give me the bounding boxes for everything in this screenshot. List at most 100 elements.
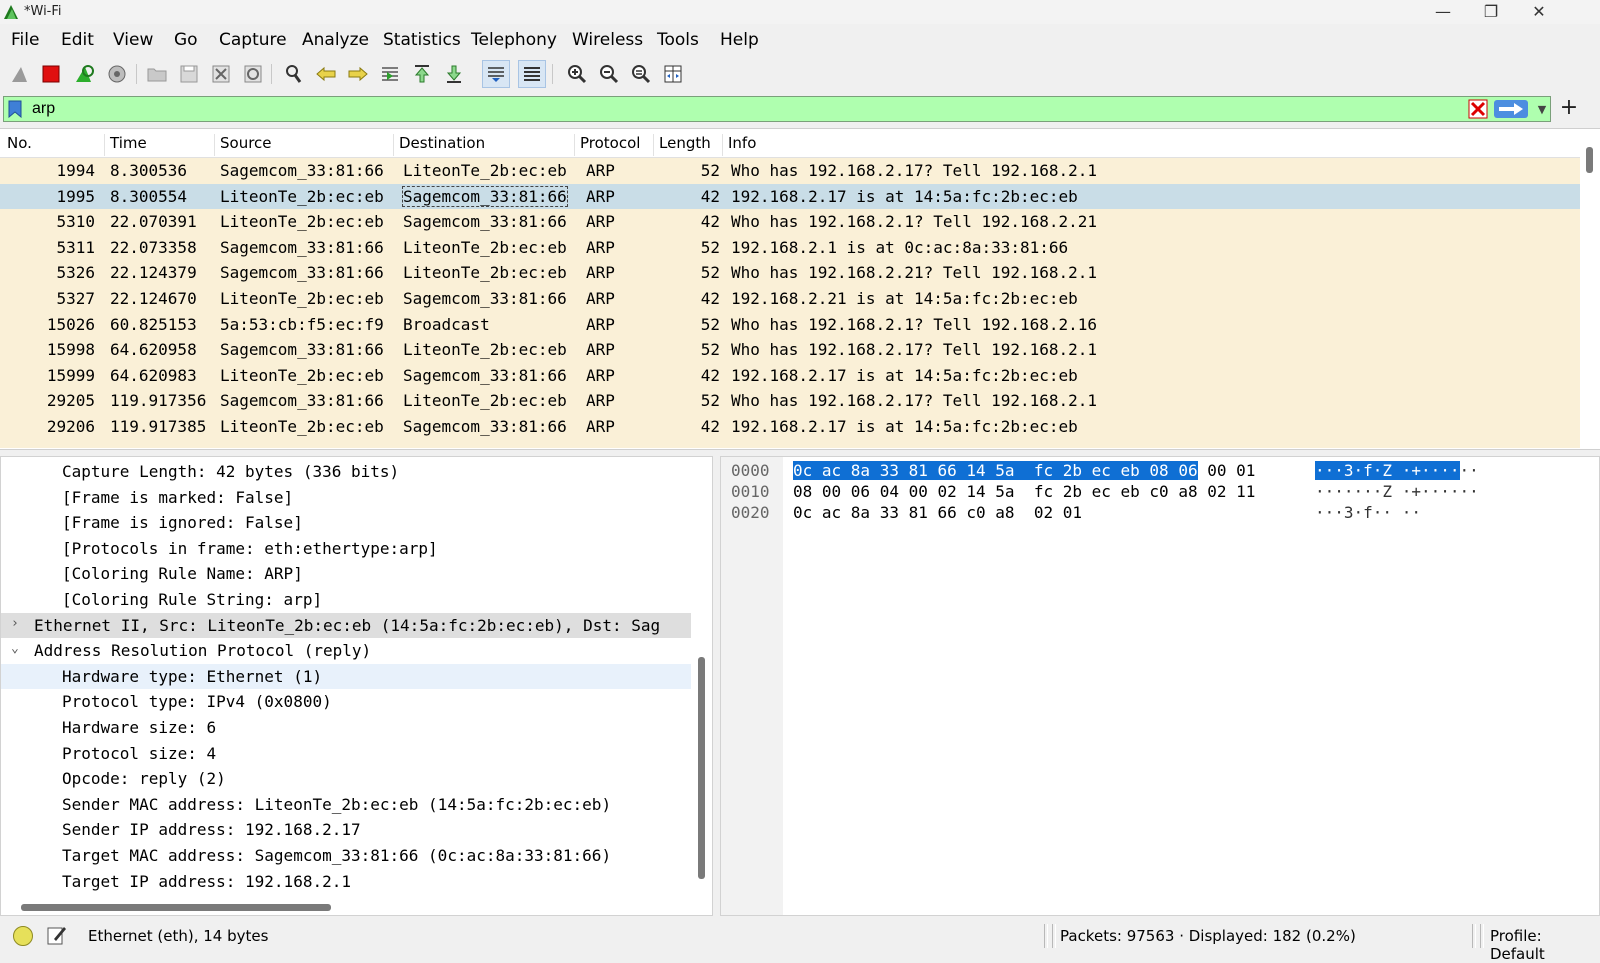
zoom-in-icon[interactable] (563, 60, 591, 88)
status-profile[interactable]: Profile: Default (1490, 927, 1600, 963)
hex-highlighted-bytes[interactable]: 0c ac 8a 33 81 66 14 5a fc 2b ec eb 08 0… (793, 461, 1198, 480)
add-filter-button[interactable]: + (1558, 96, 1580, 122)
minimize-button[interactable]: — (1420, 0, 1466, 24)
menu-statistics[interactable]: Statistics (383, 30, 461, 50)
hex-row[interactable]: 0c ac 8a 33 81 66 14 5a fc 2b ec eb 08 0… (793, 461, 1255, 480)
details-tree-item[interactable]: [Frame is ignored: False] (1, 510, 691, 536)
ascii-text[interactable]: ·· (1460, 461, 1479, 480)
column-header-no[interactable]: No. (2, 134, 100, 156)
packet-row[interactable]: 5326 22.124379 Sagemcom_33:81:66 LiteonTe_2… (0, 260, 1580, 286)
ascii-highlighted[interactable]: ···3·f·Z ·+···· (1315, 461, 1460, 480)
capture-options-icon[interactable] (103, 60, 131, 88)
ascii-row[interactable]: ·······Z ·+······ (1315, 482, 1479, 501)
column-header-source[interactable]: Source (214, 134, 392, 156)
details-tree-item[interactable]: [Coloring Rule String: arp] (1, 587, 691, 613)
filter-history-dropdown-icon[interactable]: ▼ (1534, 99, 1550, 119)
hex-bytes[interactable]: 08 00 06 04 00 02 14 5a fc 2b ec eb c0 a… (793, 482, 1255, 501)
details-tree-item[interactable]: ⌄ Address Resolution Protocol (reply) (1, 638, 691, 664)
details-tree-item[interactable]: [Protocols in frame: eth:ethertype:arp] (1, 536, 691, 562)
close-window-button[interactable]: ✕ (1516, 0, 1562, 24)
autoscroll-icon[interactable] (482, 60, 510, 88)
details-tree-item[interactable]: [Coloring Rule Name: ARP] (1, 561, 691, 587)
packet-row[interactable]: 1995 8.300554 LiteonTe_2b:ec:eb Sagemcom_33… (0, 183, 1580, 210)
scrollbar-thumb[interactable] (21, 904, 331, 911)
go-back-icon[interactable] (312, 60, 340, 88)
menu-file[interactable]: File (11, 30, 39, 50)
details-tree-item[interactable]: Capture Length: 42 bytes (336 bits) (1, 459, 691, 485)
hex-row[interactable]: 08 00 06 04 00 02 14 5a fc 2b ec eb c0 a… (793, 482, 1255, 501)
menu-telephony[interactable]: Telephony (471, 30, 557, 50)
packet-row[interactable]: 15026 60.825153 5a:53:cb:f5:ec:f9 Broadcast… (0, 311, 1580, 338)
packet-row[interactable]: 15999 64.620983 LiteonTe_2b:ec:eb Sagemcom_… (0, 362, 1580, 389)
find-packet-icon[interactable] (280, 60, 308, 88)
restart-capture-icon[interactable] (70, 60, 98, 88)
menu-go[interactable]: Go (174, 30, 198, 50)
packet-row[interactable]: 1994 8.300536 Sagemcom_33:81:66 LiteonTe_2b… (0, 158, 1580, 184)
reload-file-icon[interactable] (239, 60, 267, 88)
details-tree-item[interactable]: [Frame is marked: False] (1, 485, 691, 511)
apply-filter-icon[interactable] (1494, 100, 1528, 118)
details-tree-item[interactable]: Sender MAC address: LiteonTe_2b:ec:eb (1… (1, 792, 691, 818)
open-file-icon[interactable] (143, 60, 171, 88)
close-file-icon[interactable] (207, 60, 235, 88)
ascii-row[interactable]: ···3·f·Z ·+······ (1315, 461, 1479, 480)
menu-view[interactable]: View (113, 30, 153, 50)
zoom-normal-icon[interactable] (627, 60, 655, 88)
hex-row[interactable]: 0c ac 8a 33 81 66 c0 a8 02 01 (793, 503, 1082, 522)
resize-columns-icon[interactable] (659, 60, 687, 88)
colorize-icon[interactable] (518, 60, 546, 88)
details-tree-item[interactable]: Protocol size: 4 (1, 741, 691, 767)
scrollbar-thumb[interactable] (698, 657, 705, 879)
details-tree-item[interactable]: › Ethernet II, Src: LiteonTe_2b:ec:eb (14… (1, 612, 691, 639)
go-to-packet-icon[interactable] (376, 60, 404, 88)
save-file-icon[interactable] (175, 60, 203, 88)
hex-bytes[interactable]: 00 01 (1198, 461, 1255, 480)
stop-capture-icon[interactable] (37, 60, 65, 88)
menu-capture[interactable]: Capture (219, 30, 287, 50)
details-tree-item[interactable]: Hardware size: 6 (1, 715, 691, 741)
zoom-out-icon[interactable] (595, 60, 623, 88)
menu-analyze[interactable]: Analyze (302, 30, 369, 50)
collapse-arrow-icon[interactable]: ⌄ (11, 641, 23, 656)
packet-row[interactable]: 29205 119.917356 Sagemcom_33:81:66 LiteonTe… (0, 388, 1580, 414)
menu-wireless[interactable]: Wireless (572, 30, 643, 50)
ascii-text[interactable]: ·······Z ·+······ (1315, 482, 1479, 501)
details-vertical-scrollbar[interactable] (692, 457, 710, 897)
clear-filter-icon[interactable] (1468, 99, 1488, 119)
shark-fin-start-icon[interactable] (6, 60, 34, 88)
details-tree-item[interactable]: Sender IP address: 192.168.2.17 (1, 817, 691, 843)
packet-row[interactable]: 5310 22.070391 LiteonTe_2b:ec:eb Sagemcom_3… (0, 209, 1580, 235)
column-header-destination[interactable]: Destination (393, 134, 573, 156)
go-first-icon[interactable] (408, 60, 436, 88)
display-filter-input[interactable] (32, 97, 1432, 121)
details-tree-item[interactable]: Target IP address: 192.168.2.1 (1, 869, 691, 895)
details-tree-item[interactable]: Target MAC address: Sagemcom_33:81:66 (0… (1, 843, 691, 869)
details-tree-item[interactable]: Hardware type: Ethernet (1) (1, 663, 691, 690)
edit-comment-icon[interactable] (46, 924, 68, 946)
scrollbar-thumb[interactable] (1586, 147, 1593, 173)
go-forward-icon[interactable] (344, 60, 372, 88)
details-horizontal-scrollbar[interactable] (1, 897, 692, 915)
expand-arrow-icon[interactable]: › (11, 616, 23, 631)
packet-row[interactable]: 15998 64.620958 Sagemcom_33:81:66 LiteonTe_… (0, 337, 1580, 363)
details-tree-item[interactable]: Opcode: reply (2) (1, 766, 691, 792)
packet-row[interactable]: 5311 22.073358 Sagemcom_33:81:66 LiteonTe_2… (0, 234, 1580, 261)
packet-list-scrollbar[interactable] (1582, 129, 1598, 447)
packet-row[interactable]: 29206 119.917385 LiteonTe_2b:ec:eb Sagemcom… (0, 413, 1580, 440)
restore-button[interactable]: ❐ (1468, 0, 1514, 24)
ascii-text[interactable]: ···3·f·· ·· (1315, 503, 1421, 522)
menu-help[interactable]: Help (720, 30, 759, 50)
column-header-time[interactable]: Time (104, 134, 212, 156)
bookmark-icon[interactable] (8, 100, 22, 118)
column-header-info[interactable]: Info (722, 134, 1580, 156)
column-header-protocol[interactable]: Protocol (574, 134, 652, 156)
ascii-row[interactable]: ···3·f·· ·· (1315, 503, 1421, 522)
details-tree-item[interactable]: Protocol type: IPv4 (0x0800) (1, 689, 691, 715)
go-last-icon[interactable] (440, 60, 468, 88)
packet-row[interactable]: 5327 22.124670 LiteonTe_2b:ec:eb Sagemcom_3… (0, 285, 1580, 312)
expert-info-icon[interactable] (13, 926, 33, 946)
hex-bytes[interactable]: 0c ac 8a 33 81 66 c0 a8 02 01 (793, 503, 1082, 522)
menu-tools[interactable]: Tools (657, 30, 699, 50)
menu-edit[interactable]: Edit (61, 30, 94, 50)
column-header-length[interactable]: Length (653, 134, 721, 156)
